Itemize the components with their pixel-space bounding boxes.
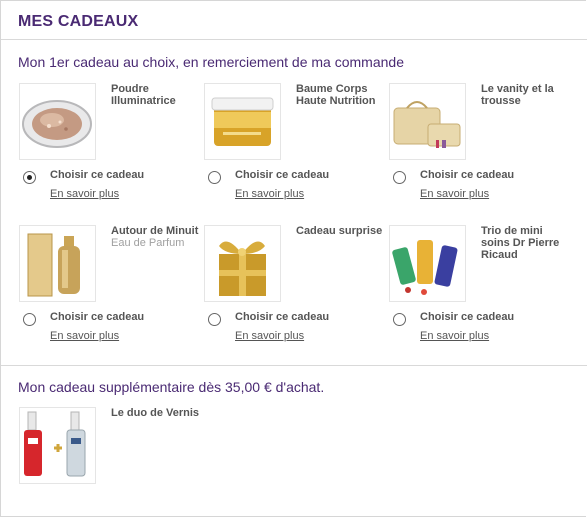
gift-card: Autour de Minuit Eau de Parfum Choisir c… (19, 225, 204, 345)
learn-more-link[interactable]: En savoir plus (235, 330, 304, 342)
gift-radio[interactable] (393, 171, 406, 184)
choose-gift-label[interactable]: Choisir ce cadeau (420, 311, 514, 323)
gift-card: Trio de mini soins Dr Pierre Ricaud Choi… (389, 225, 574, 345)
gift-radio[interactable] (208, 313, 221, 326)
gift-image-perfume (19, 225, 96, 302)
section-extra-gift-title: Mon cadeau supplémentaire dès 35,00 € d'… (18, 379, 325, 395)
gift-image-compact-powder (19, 83, 96, 160)
gift-image-surprise (204, 225, 281, 302)
extra-gift-card: Le duo de Vernis (19, 407, 204, 527)
section-divider (1, 365, 587, 366)
choose-gift-label[interactable]: Choisir ce cadeau (420, 169, 514, 181)
compact-powder-icon (22, 100, 92, 148)
gift-name: Le vanity et la trousse (481, 83, 554, 107)
gift-card: Poudre Illuminatrice Choisir ce cadeau E… (19, 83, 204, 203)
gift-name: Le duo de Vernis (111, 407, 200, 419)
gift-radio[interactable] (393, 313, 406, 326)
choose-gift-label[interactable]: Choisir ce cadeau (235, 169, 329, 181)
choose-gift-label[interactable]: Choisir ce cadeau (50, 311, 144, 323)
panel-header: MES CADEAUX (1, 1, 587, 40)
learn-more-link[interactable]: En savoir plus (50, 188, 119, 200)
nail-polish-duo-icon (24, 411, 86, 477)
body-balm-jar-icon (211, 97, 274, 146)
learn-more-link[interactable]: En savoir plus (235, 188, 304, 200)
gift-panel: MES CADEAUX Mon 1er cadeau au choix, en … (0, 0, 587, 517)
mini-tubes-icon (392, 240, 458, 295)
section-first-gift-title: Mon 1er cadeau au choix, en remerciement… (18, 54, 404, 70)
gift-image-vanity (389, 83, 466, 160)
learn-more-link[interactable]: En savoir plus (50, 330, 119, 342)
gift-name: Cadeau surprise (296, 225, 383, 237)
vanity-case-icon (393, 101, 461, 148)
gift-name: Baume Corps Haute Nutrition (296, 83, 376, 107)
gift-image-body-balm (204, 83, 281, 160)
gift-card: Cadeau surprise Choisir ce cadeau En sav… (204, 225, 389, 345)
gift-card: Baume Corps Haute Nutrition Choisir ce c… (204, 83, 389, 203)
gift-image-nail-polish (19, 407, 96, 484)
gift-box-icon (219, 241, 266, 296)
gift-image-mini-tubes (389, 225, 466, 302)
choose-gift-label[interactable]: Choisir ce cadeau (50, 169, 144, 181)
perfume-bottle-icon (27, 233, 80, 297)
gift-radio[interactable] (23, 171, 36, 184)
learn-more-link[interactable]: En savoir plus (420, 188, 489, 200)
choose-gift-label[interactable]: Choisir ce cadeau (235, 311, 329, 323)
learn-more-link[interactable]: En savoir plus (420, 330, 489, 342)
gift-card: Le vanity et la trousse Choisir ce cadea… (389, 83, 574, 203)
gift-radio[interactable] (23, 313, 36, 326)
page-title: MES CADEAUX (18, 13, 139, 30)
gift-subtitle: Eau de Parfum (111, 237, 185, 249)
gift-name: Autour de Minuit (111, 225, 199, 237)
gift-name: Trio de mini soins Dr Pierre Ricaud (481, 225, 560, 261)
gift-radio[interactable] (208, 171, 221, 184)
gift-name: Poudre Illuminatrice (111, 83, 176, 107)
